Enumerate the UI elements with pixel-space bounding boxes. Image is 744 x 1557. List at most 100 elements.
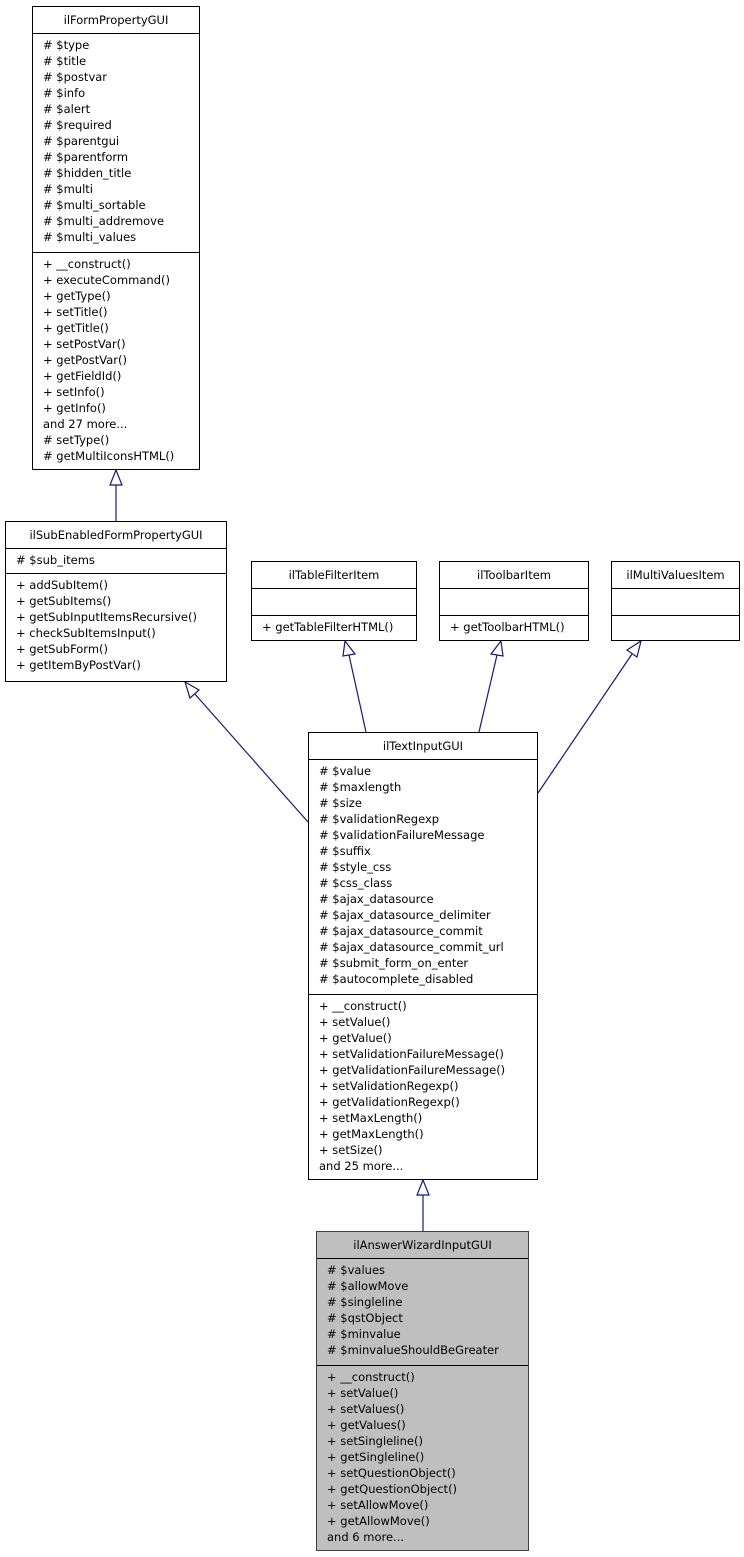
methods-section: + __construct() + setValue() + getValue() +… [309,994,537,1177]
method-item: + setValues() [327,1402,405,1416]
method-item: + setTitle() [43,305,108,319]
method-item: + getPostVar() [43,353,127,367]
class-name: ilSubEnabledFormPropertyGUI [6,522,226,549]
edge-textinput-to-toolbar [478,654,498,733]
attribute-item: # $parentform [43,150,129,164]
attribute-item: # $autocomplete_disabled [319,972,474,986]
method-item: # getMultiIconsHTML() [43,449,175,463]
method-item: # setType() [43,433,110,447]
attribute-item: # $value [319,764,372,778]
more-members-link[interactable]: and 25 more... [319,1158,537,1174]
class-name: ilTextInputGUI [309,733,537,760]
class-name: ilAnswerWizardInputGUI [317,1232,528,1259]
inherit-arrow-icon [342,639,357,657]
method-item: + getSubInputItemsRecursive() [16,610,197,624]
class-ilToolbarItem[interactable]: ilToolbarItem + getToolbarHTML() [439,561,589,641]
method-item: + setSingleline() [327,1434,423,1448]
method-item: + setValue() [319,1015,391,1029]
method-item: + getValues() [327,1418,406,1432]
class-ilTextInputGUI[interactable]: ilTextInputGUI # $value # $maxlength # $si… [308,732,538,1180]
attribute-item: # $title [43,54,87,68]
attribute-item: # $type [43,38,90,52]
method-item: + setValidationFailureMessage() [319,1047,504,1061]
class-ilMultiValuesItem[interactable]: ilMultiValuesItem [611,561,740,641]
attributes-section: # $value # $maxlength # $size # $validation… [309,760,537,994]
method-item: + getItemByPostVar() [16,658,141,672]
method-item: + setPostVar() [43,337,126,351]
attribute-item: # $ajax_datasource [319,892,434,906]
inherit-arrow-icon [625,639,642,658]
method-item: + setValidationRegexp() [319,1079,459,1093]
method-item: + checkSubItemsInput() [16,626,156,640]
attribute-item: # $validationFailureMessage [319,828,485,842]
attribute-item: # $values [327,1263,386,1277]
attribute-item: # $sub_items [16,553,95,567]
methods-section: + __construct() + executeCommand() + getTy… [33,252,199,467]
attribute-item: # $multi_values [43,230,137,244]
attributes-section [252,589,416,615]
attribute-item: # $multi_addremove [43,214,165,228]
method-item: + executeCommand() [43,273,170,287]
attribute-item: # $maxlength [319,780,402,794]
class-ilAnswerWizardInputGUI[interactable]: ilAnswerWizardInputGUI # $values # $allow… [316,1231,529,1551]
attribute-item: # $parentgui [43,134,120,148]
inherit-arrow-icon [183,680,201,700]
class-ilTableFilterItem[interactable]: ilTableFilterItem + getTableFilterHTML() [251,561,417,641]
attribute-item: # $style_css [319,860,392,874]
more-members-link[interactable]: and 27 more... [43,416,199,432]
method-item: + getQuestionObject() [327,1482,458,1496]
attributes-section: # $type # $title # $postvar # $info # $alert… [33,34,199,252]
method-item: + getValidationRegexp() [319,1095,460,1109]
method-item: + getTableFilterHTML() [262,620,394,634]
attribute-item: # $alert [43,102,91,116]
attribute-item: # $validationRegexp [319,812,440,826]
method-item: + getSubForm() [16,642,109,656]
methods-section: + addSubItem() + getSubItems() + getSubInp… [6,573,226,676]
attributes-section: # $values # $allowMove # $singleline # $qst… [317,1259,528,1365]
method-item: + addSubItem() [16,578,108,592]
method-item: + setMaxLength() [319,1111,423,1125]
method-item: + getAllowMove() [327,1514,430,1528]
class-ilSubEnabledFormPropertyGUI[interactable]: ilSubEnabledFormPropertyGUI # $sub_items… [5,521,227,682]
attribute-item: # $ajax_datasource_delimiter [319,908,491,922]
attribute-item: # $qstObject [327,1311,403,1325]
class-name: ilMultiValuesItem [612,562,739,589]
attributes-section [612,589,739,615]
attribute-item: # $ajax_datasource_commit [319,924,483,938]
method-item: + getValidationFailureMessage() [319,1063,506,1077]
method-item: + getInfo() [43,401,106,415]
class-name: ilToolbarItem [440,562,588,589]
method-item: + __construct() [43,257,131,271]
attribute-item: # $info [43,86,86,100]
method-item: + setAllowMove() [327,1498,429,1512]
attribute-item: # $multi_sortable [43,198,146,212]
attribute-item: # $required [43,118,112,132]
method-item: + setValue() [327,1386,399,1400]
class-name: ilTableFilterItem [252,562,416,589]
method-item: + setQuestionObject() [327,1466,456,1480]
methods-section [612,615,739,641]
methods-section: + __construct() + setValue() + setValues()… [317,1365,528,1548]
attribute-item: # $ajax_datasource_commit_url [319,940,504,954]
class-ilFormPropertyGUI[interactable]: ilFormPropertyGUI # $type # $title # $post… [32,6,200,470]
methods-section: + getTableFilterHTML() [252,615,416,638]
attribute-item: # $minvalueShouldBeGreater [327,1343,499,1357]
attribute-item: # $multi [43,182,93,196]
more-members-link[interactable]: and 6 more... [327,1529,528,1545]
method-item: + __construct() [319,999,407,1013]
attribute-item: # $suffix [319,844,371,858]
method-item: + setInfo() [43,385,105,399]
attributes-section: # $sub_items [6,549,226,573]
methods-section: + getToolbarHTML() [440,615,588,638]
attribute-item: # $allowMove [327,1279,409,1293]
method-item: + getSingleline() [327,1450,425,1464]
method-item: + __construct() [327,1370,415,1384]
inherit-arrow-icon [416,1178,430,1196]
attribute-item: # $singleline [327,1295,403,1309]
attributes-section [440,589,588,615]
attribute-item: # $hidden_title [43,166,132,180]
attribute-item: # $submit_form_on_enter [319,956,469,970]
method-item: + getFieldId() [43,369,122,383]
inherit-arrow-icon [109,468,123,486]
method-item: + setSize() [319,1143,383,1157]
